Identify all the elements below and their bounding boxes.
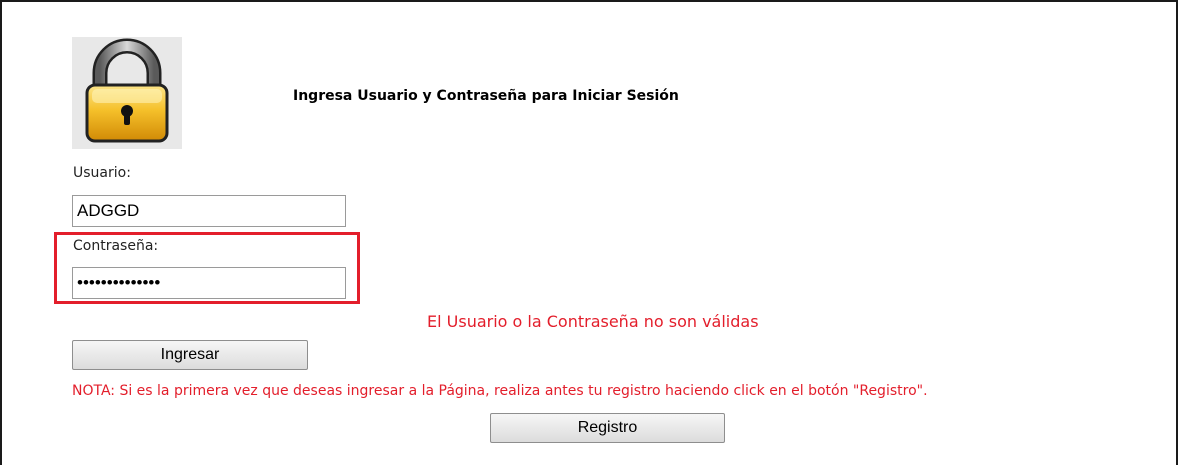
- username-label: Usuario:: [73, 165, 131, 181]
- register-button[interactable]: Registro: [490, 413, 725, 443]
- username-input[interactable]: [72, 195, 346, 227]
- registration-note: NOTA: Si es la primera vez que deseas in…: [72, 383, 928, 399]
- password-input[interactable]: [72, 267, 346, 299]
- error-message: El Usuario o la Contraseña no son válida…: [427, 312, 759, 331]
- login-panel: Ingresa Usuario y Contraseña para Inicia…: [0, 0, 1178, 465]
- login-button[interactable]: Ingresar: [72, 340, 308, 370]
- password-label: Contraseña:: [73, 238, 159, 254]
- page-title: Ingresa Usuario y Contraseña para Inicia…: [293, 88, 679, 104]
- padlock-icon: [72, 37, 182, 149]
